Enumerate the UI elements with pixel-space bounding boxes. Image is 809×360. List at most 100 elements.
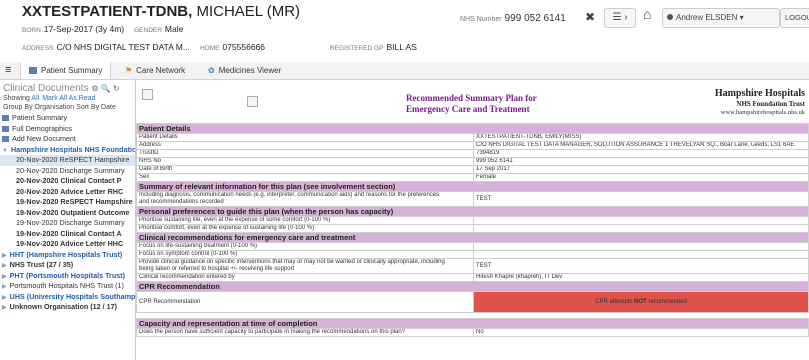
row-label: Prioritise sustaining life, even at the … xyxy=(136,216,474,225)
section-header: CPR Recommendation xyxy=(136,281,809,292)
table-row: Address C/O NHS DIGITAL TEST DATA MANAGER… xyxy=(136,141,809,150)
patient-address-line: ADDRESS C/O NHS DIGITAL TEST DATA M... HOM… xyxy=(22,42,265,52)
table-row: Patient Details XXTESTPATIENT-TDNB, EMILY… xyxy=(136,133,809,142)
document-list-button[interactable]: ☰ › xyxy=(604,8,636,28)
document-tree: Patient Summary Full Demographics Add New … xyxy=(0,113,135,313)
tree-item-label: HHT (Hampshire Hospitals Trust) xyxy=(9,249,123,259)
respect-plan-table: Patient Details Patient Details XXTESTPATI… xyxy=(136,123,809,337)
collapsed-icon[interactable]: ▶ xyxy=(2,261,7,271)
row-label: Date of Birth xyxy=(136,165,474,174)
tree-item-label: Unknown Organisation (12 / 17) xyxy=(9,302,118,311)
home-icon[interactable]: ⌂ xyxy=(643,6,651,22)
tree-item[interactable]: ▶ PHT (Portsmouth Hospitals Trust) xyxy=(0,271,135,282)
mark-all-read-link[interactable]: Mark All As Read xyxy=(42,95,95,102)
section-header: Personal preferences to guide this plan … xyxy=(136,206,809,217)
tree-item-label: Patient Summary xyxy=(12,113,68,122)
tree-item-label: PHT (Portsmouth Hospitals Trust) xyxy=(9,270,126,280)
table-row: Clinical recommendation entered by Hitesh… xyxy=(136,273,809,282)
row-value: 999 052 6141 xyxy=(473,157,809,166)
patient-banner: XXTESTPATIENT-TDNB, MICHAEL (MR) BORN 17-… xyxy=(0,0,809,63)
network-icon: ⚑ xyxy=(125,66,133,75)
collapsed-icon[interactable]: ▶ xyxy=(2,282,7,292)
collapsed-icon[interactable]: ▶ xyxy=(2,251,7,261)
hospital-url: www.hampshirehospitals.nhs.uk xyxy=(720,109,805,116)
logout-button[interactable]: LOGOUT xyxy=(780,8,809,28)
tree-item-label: UHS (University Hospitals Southampton) xyxy=(9,291,135,301)
table-row: Sex Female xyxy=(136,173,809,182)
row-value xyxy=(473,224,809,233)
sidebar-tools-icon[interactable]: ⚙ 🔍 ↻ xyxy=(91,84,119,93)
document-header: Recommended Summary Plan for Emergency Ca… xyxy=(136,80,809,122)
row-label: Provide clinical guidance on specific in… xyxy=(136,258,474,274)
tree-item[interactable]: 20-Nov-2020 Discharge Summary xyxy=(0,166,135,177)
row-label: NHS No xyxy=(136,157,474,166)
tree-item[interactable]: 20-Nov-2020 Clinical Contact P xyxy=(0,176,135,187)
document-icon xyxy=(2,115,9,121)
document-icon xyxy=(2,125,9,132)
tree-item[interactable]: 19-Nov-2020 Advice Letter HHC xyxy=(0,239,135,250)
table-row: Focus on symptom control (0-100 %) xyxy=(136,250,809,259)
row-value: Female xyxy=(473,173,809,182)
tree-item-label: Full Demographics xyxy=(12,123,72,133)
tree-item-label: Portsmouth Hospitals NHS Trust (1) xyxy=(9,281,124,290)
table-row: NHS No 999 052 6141 xyxy=(136,157,809,166)
tab-medicines-viewer[interactable]: ✿ Medicines Viewer xyxy=(208,62,281,79)
tree-item[interactable]: ▶ NHS Trust (27 / 35) xyxy=(0,260,135,271)
row-label: Address xyxy=(136,141,474,150)
row-label: Focus on symptom control (0-100 %) xyxy=(136,250,474,259)
table-row: Including diagnosis, communication needs… xyxy=(136,191,809,207)
nhs-number: NHS Number 999 052 6141 xyxy=(460,13,566,24)
user-menu-button[interactable]: Andrew ELSDEN ▾ xyxy=(662,8,780,28)
tree-item-label: 19-Nov-2020 Advice Letter HHC xyxy=(16,239,124,248)
table-row: Date of Birth 17 Sep 2017 xyxy=(136,165,809,174)
row-value: TEST xyxy=(473,258,809,274)
tree-item[interactable]: 19-Nov-2020 Discharge Summary xyxy=(0,218,135,229)
row-label: Clinical recommendation entered by xyxy=(136,273,474,282)
broken-image-icon xyxy=(142,89,153,100)
tree-item[interactable]: 19-Nov-2020 Outpatient Outcome xyxy=(0,208,135,219)
tree-item[interactable]: 20-Nov-2020 ReSPECT Hampshire xyxy=(0,155,135,166)
tree-item[interactable]: Full Demographics xyxy=(0,124,135,135)
tree-item[interactable]: 19-Nov-2020 Clinical Contact A xyxy=(0,229,135,240)
tree-item[interactable]: Add New Document xyxy=(0,134,135,145)
tree-item[interactable]: ▶ Portsmouth Hospitals NHS Trust (1) xyxy=(0,281,135,292)
row-label: TrustID xyxy=(136,149,474,158)
row-label: Sex xyxy=(136,173,474,182)
registered-gp: REGISTERED GP BILL AS xyxy=(330,42,417,52)
tab-care-network[interactable]: ⚑ Care Network xyxy=(125,62,185,79)
row-value: 7394819 xyxy=(473,149,809,158)
hospital-trust: NHS Foundation Trust xyxy=(736,100,805,108)
row-label: Focus on life-sustaining treatment (0-10… xyxy=(136,242,474,251)
expanded-icon[interactable]: ▼ xyxy=(2,146,8,156)
collapsed-icon[interactable]: ▶ xyxy=(2,303,7,313)
group-sort-line[interactable]: Group By Organisation Sort By Date xyxy=(3,104,116,111)
tree-item[interactable]: Patient Summary xyxy=(0,113,135,124)
collapsed-icon[interactable]: ▶ xyxy=(2,272,7,282)
table-row: Provide clinical guidance on specific in… xyxy=(136,258,809,274)
medicines-icon: ✿ xyxy=(208,66,215,75)
patient-born-gender: BORN 17-Sep-2017 (3y 4m) GENDER Male xyxy=(22,24,184,34)
row-value: C/O NHS DIGITAL TEST DATA MANAGER, SOLUT… xyxy=(473,141,809,150)
tree-item[interactable]: ▶ Unknown Organisation (12 / 17) xyxy=(0,302,135,313)
menu-icon[interactable]: ≡ xyxy=(5,62,11,79)
user-icon xyxy=(667,14,673,20)
tree-item-label: 19-Nov-2020 Discharge Summary xyxy=(16,218,125,227)
collapsed-icon[interactable]: ▶ xyxy=(2,293,7,303)
tree-item-label: 20-Nov-2020 Clinical Contact P xyxy=(16,176,122,185)
tree-item[interactable]: ▶ HHT (Hampshire Hospitals Trust) xyxy=(0,250,135,261)
row-value: 17 Sep 2017 xyxy=(473,165,809,174)
table-row: Prioritise sustaining life, even at the … xyxy=(136,216,809,225)
section-header: Capacity and representation at time of c… xyxy=(136,318,809,329)
tree-item-label: 20-Nov-2020 ReSPECT Hampshire xyxy=(16,155,130,164)
document-viewer: Recommended Summary Plan for Emergency Ca… xyxy=(136,80,809,360)
showing-all-link[interactable]: All xyxy=(31,95,39,102)
row-label: Does the person have sufficient capacity… xyxy=(136,328,474,337)
tree-item[interactable]: ▼Hampshire Hospitals NHS Foundation Trus… xyxy=(0,145,135,156)
tree-item[interactable]: 20-Nov-2020 Advice Letter RHC xyxy=(0,187,135,198)
row-value xyxy=(473,250,809,259)
tree-item[interactable]: ▶UHS (University Hospitals Southampton) xyxy=(0,292,135,303)
row-label: Prioritise comfort, even at the expense … xyxy=(136,224,474,233)
tree-item[interactable]: 19-Nov-2020 ReSPECT Hampshire xyxy=(0,197,135,208)
tab-patient-summary[interactable]: Patient Summary xyxy=(20,62,112,79)
close-icon[interactable]: ✖ xyxy=(585,10,595,24)
